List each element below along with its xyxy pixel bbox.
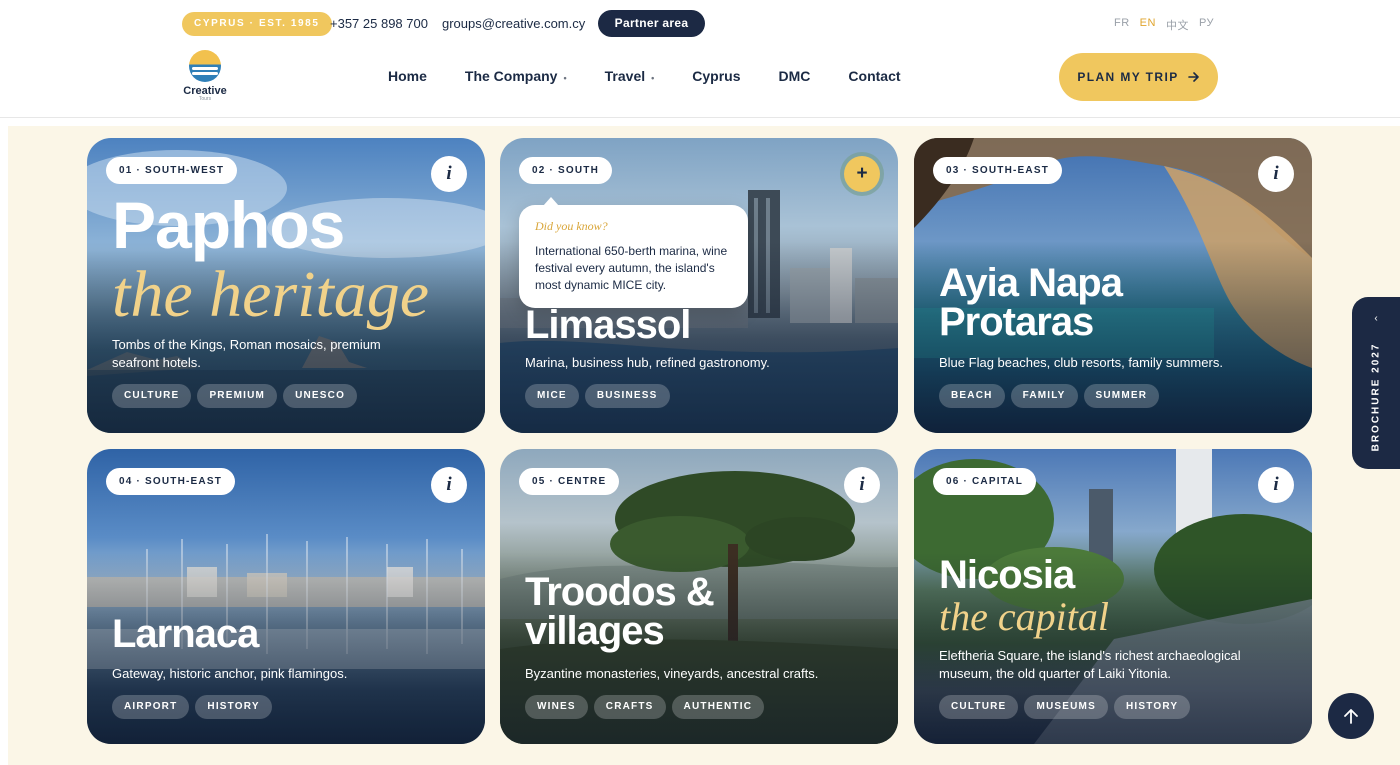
tag-chips: CULTURE MUSEUMS HISTORY — [939, 695, 1191, 719]
chip[interactable]: AIRPORT — [112, 695, 190, 719]
info-icon[interactable]: i — [431, 467, 467, 503]
region-tag: 02 · SOUTH — [519, 157, 613, 184]
region-tag: 04 · SOUTH-EAST — [106, 468, 236, 495]
destination-tagline: the heritage — [112, 258, 430, 331]
info-icon[interactable]: i — [844, 467, 880, 503]
email-link[interactable]: groups@creative.com.cy — [442, 16, 585, 31]
destination-card-ayia-napa-protaras[interactable]: 03 · SOUTH-EAST i Ayia Napa Protaras Blu… — [914, 138, 1312, 433]
nav-contact[interactable]: Contact — [848, 68, 900, 84]
tag-chips: BEACH FAMILY SUMMER — [939, 384, 1160, 408]
tag-chips: WINES CRAFTS AUTHENTIC — [525, 695, 765, 719]
chip[interactable]: UNESCO — [283, 384, 358, 408]
region-tag: 03 · SOUTH-EAST — [933, 157, 1063, 184]
sun-sea-logo-icon — [189, 50, 221, 82]
destination-description: Gateway, historic anchor, pink flamingos… — [112, 666, 348, 681]
logo[interactable]: Creative Tours — [180, 50, 230, 102]
destination-title: Limassol — [525, 303, 691, 347]
nav-dmc[interactable]: DMC — [779, 68, 811, 84]
destination-card-nicosia[interactable]: 06 · CAPITAL i Nicosia the capital Eleft… — [914, 449, 1312, 744]
region-tag: 01 · SOUTH-WEST — [106, 157, 238, 184]
destination-card-paphos[interactable]: 01 · SOUTH-WEST i Paphos the heritage To… — [87, 138, 485, 433]
info-icon[interactable]: i — [431, 156, 467, 192]
plus-icon[interactable]: + — [844, 156, 880, 192]
nav-label: Cyprus — [692, 68, 741, 84]
language-switcher: FR EN 中文 РУ — [1114, 17, 1214, 33]
tag-chips: AIRPORT HISTORY — [112, 695, 272, 719]
nav-cyprus[interactable]: Cyprus — [692, 68, 740, 84]
destination-title: Larnaca — [112, 612, 259, 656]
tooltip-heading: Did you know? — [535, 219, 608, 233]
destination-description: Marina, business hub, refined gastronomy… — [525, 355, 770, 370]
destination-tagline: the capital — [939, 594, 1109, 639]
lang-fr[interactable]: FR — [1114, 17, 1130, 33]
region-tag: 06 · CAPITAL — [933, 468, 1036, 495]
nav-label: DMC — [778, 68, 811, 84]
chip[interactable]: WINES — [525, 695, 588, 719]
chip[interactable]: FAMILY — [1010, 384, 1078, 408]
destination-description: Byzantine monasteries, vineyards, ancest… — [525, 666, 819, 681]
chevron-left-icon: ‹ — [1374, 313, 1378, 324]
partner-area-button[interactable]: Partner area — [598, 10, 705, 37]
plan-my-trip-button[interactable]: PLAN MY TRIP — [1059, 53, 1218, 101]
chip[interactable]: SUMMER — [1083, 384, 1160, 408]
chip[interactable]: BUSINESS — [584, 384, 670, 408]
chip[interactable]: MICE — [525, 384, 579, 408]
chip[interactable]: PREMIUM — [197, 384, 278, 408]
chip[interactable]: HISTORY — [1113, 695, 1191, 719]
destination-title: Ayia Napa Protaras — [939, 261, 1123, 345]
tag-chips: MICE BUSINESS — [525, 384, 670, 408]
destination-card-troodos[interactable]: 05 · CENTRE i Troodos & villages Byzanti… — [500, 449, 898, 744]
dropdown-dot-icon: • — [651, 73, 655, 83]
lang-zh[interactable]: 中文 — [1166, 17, 1189, 33]
nav-label: The Company — [464, 68, 558, 84]
destination-card-larnaca[interactable]: 04 · SOUTH-EAST i Larnaca Gateway, histo… — [87, 449, 485, 744]
nav-the-company[interactable]: The Company • — [465, 68, 567, 84]
chip[interactable]: CRAFTS — [593, 695, 666, 719]
chip[interactable]: HISTORY — [195, 695, 272, 719]
destination-description: Eleftheria Square, the island's richest … — [939, 648, 1241, 681]
lang-en[interactable]: EN — [1140, 17, 1156, 33]
nav-label: Travel — [604, 68, 646, 84]
plan-my-trip-label: PLAN MY TRIP — [1077, 70, 1179, 84]
destination-description: Tombs of the Kings, Roman mosaics, premi… — [112, 337, 381, 370]
phone-link[interactable]: +357 25 898 700 — [330, 16, 428, 31]
destinations-section: 01 · SOUTH-WEST i Paphos the heritage To… — [8, 126, 1400, 765]
tag-chips: CULTURE PREMIUM UNESCO — [112, 384, 358, 408]
chip[interactable]: CULTURE — [112, 384, 192, 408]
brochure-tab[interactable]: ‹ BROCHURE 2027 — [1352, 297, 1400, 469]
did-you-know-tooltip: Did you know? International 650-berth ma… — [519, 197, 748, 308]
chip[interactable]: MUSEUMS — [1024, 695, 1108, 719]
info-icon[interactable]: i — [1258, 467, 1294, 503]
destination-card-limassol[interactable]: 02 · SOUTH + Did you know? International… — [500, 138, 898, 433]
dropdown-dot-icon: • — [563, 73, 567, 83]
chip[interactable]: BEACH — [939, 384, 1005, 408]
nav-travel[interactable]: Travel • — [605, 68, 655, 84]
destination-description: Blue Flag beaches, club resorts, family … — [939, 355, 1223, 370]
brochure-label: BROCHURE 2027 — [1370, 342, 1382, 452]
arrow-right-icon — [1187, 72, 1199, 82]
chip[interactable]: CULTURE — [939, 695, 1019, 719]
region-tag: 05 · CENTRE — [519, 468, 620, 495]
chip[interactable]: AUTHENTIC — [671, 695, 765, 719]
main-nav: Home The Company • Travel • Cyprus DMC Con… — [388, 68, 939, 84]
info-icon[interactable]: i — [1258, 156, 1294, 192]
nav-label: Home — [388, 68, 427, 84]
tooltip-body: International 650-berth marina, wine fes… — [535, 244, 728, 292]
nav-label: Contact — [848, 68, 901, 84]
destination-title: Troodos & villages — [525, 570, 715, 654]
destination-title: Paphos — [112, 188, 345, 262]
scroll-to-top-button[interactable] — [1328, 693, 1374, 739]
nav-home[interactable]: Home — [388, 68, 427, 84]
destination-title: Nicosia — [939, 553, 1075, 597]
lang-ru[interactable]: РУ — [1199, 17, 1214, 33]
established-badge: CYPRUS · EST. 1985 — [182, 12, 332, 36]
arrow-up-icon — [1344, 709, 1358, 724]
site-header: CYPRUS · EST. 1985 +357 25 898 700 group… — [0, 0, 1400, 118]
